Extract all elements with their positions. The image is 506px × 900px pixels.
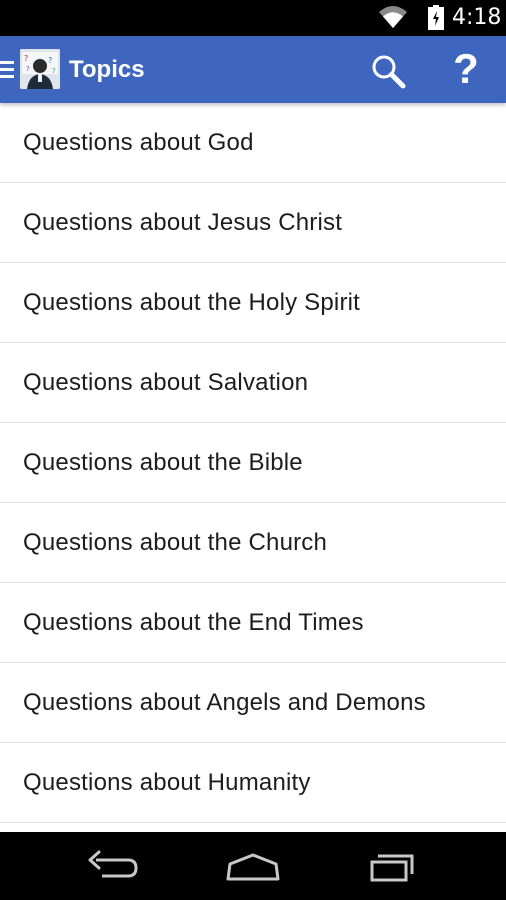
menu-icon[interactable] (0, 59, 14, 79)
topic-label: Questions about Humanity (23, 768, 311, 796)
topic-item-salvation[interactable]: Questions about Salvation (0, 343, 506, 423)
topic-label: Questions about God (23, 128, 254, 156)
topic-label: Questions about Jesus Christ (23, 208, 343, 236)
topic-label: Questions about the Bible (23, 448, 303, 476)
topic-list: Questions about God Questions about Jesu… (0, 103, 506, 832)
help-icon[interactable]: ? (448, 46, 484, 92)
svg-text:?: ? (52, 67, 56, 75)
topic-item-god[interactable]: Questions about God (0, 103, 506, 183)
svg-text:?: ? (48, 56, 52, 65)
status-time: 4:18 (452, 5, 502, 30)
topic-item-end-times[interactable]: Questions about the End Times (0, 583, 506, 663)
wifi-icon (379, 6, 407, 28)
back-icon[interactable] (84, 846, 144, 886)
topic-item-church[interactable]: Questions about the Church (0, 503, 506, 583)
navigation-bar (0, 832, 506, 900)
topic-item-holy-spirit[interactable]: Questions about the Holy Spirit (0, 263, 506, 343)
svg-text:?: ? (24, 54, 28, 63)
topic-item-bible[interactable]: Questions about the Bible (0, 423, 506, 503)
topic-item-angels-demons[interactable]: Questions about Angels and Demons (0, 663, 506, 743)
app-bar: ? ? ? ? Topics ? (0, 36, 506, 103)
svg-text:?: ? (26, 65, 30, 73)
recents-icon[interactable] (362, 846, 422, 886)
topic-label: Questions about the Church (23, 528, 328, 556)
status-bar: 4:18 (0, 0, 506, 36)
battery-charging-icon (428, 5, 444, 30)
topic-label: Questions about Salvation (23, 368, 309, 396)
topic-label: Questions about the Holy Spirit (23, 288, 361, 316)
app-logo-image: ? ? ? ? (20, 49, 60, 89)
app-logo[interactable]: ? ? ? ? (20, 49, 60, 89)
search-icon[interactable] (370, 53, 406, 89)
topic-item-jesus-christ[interactable]: Questions about Jesus Christ (0, 183, 506, 263)
topic-label: Questions about Angels and Demons (23, 688, 426, 716)
page-title: Topics (69, 56, 145, 83)
topic-label: Questions about the End Times (23, 608, 364, 636)
topic-item-humanity[interactable]: Questions about Humanity (0, 743, 506, 823)
home-icon[interactable] (223, 846, 283, 886)
